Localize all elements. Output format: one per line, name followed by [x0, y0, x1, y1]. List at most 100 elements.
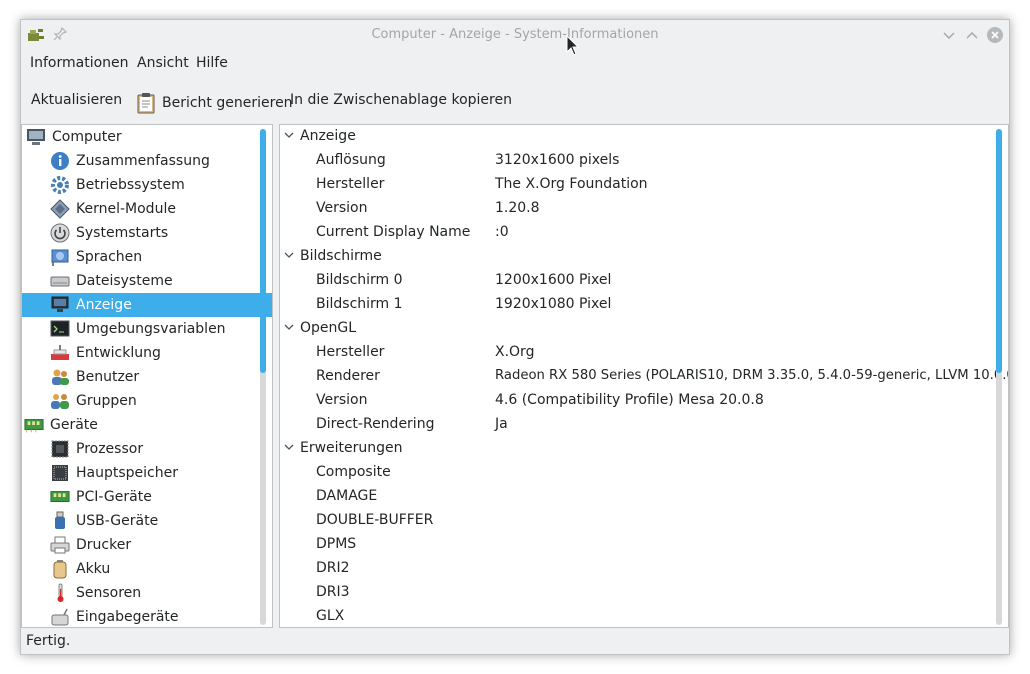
- power-icon: [50, 223, 70, 243]
- tree-item-gruppen[interactable]: Gruppen: [22, 389, 272, 413]
- chevron-down-icon[interactable]: [283, 440, 295, 454]
- detail-panel[interactable]: Anzeige Auflösung 3120x1600 pixels Herste…: [279, 124, 1009, 628]
- minimize-icon[interactable]: [941, 27, 957, 43]
- detail-row[interactable]: Hersteller The X.Org Foundation: [280, 173, 998, 197]
- battery-icon: [50, 559, 70, 579]
- devices-icon: [24, 415, 44, 435]
- printer-icon: [50, 535, 70, 555]
- tree-item-sensoren[interactable]: Sensoren: [22, 581, 272, 605]
- extension-name: DRI2: [316, 560, 350, 576]
- tree-item-betriebssystem[interactable]: Betriebssystem: [22, 173, 272, 197]
- tree-group-geraete[interactable]: Geräte: [22, 413, 256, 437]
- maximize-icon[interactable]: [964, 27, 980, 43]
- module-icon: [50, 199, 70, 219]
- tree-group-geraete-label: Geräte: [50, 417, 98, 433]
- section-title: Bildschirme: [300, 248, 382, 264]
- detail-row[interactable]: Current Display Name:0: [280, 221, 998, 245]
- tree-item-zusammenfassung[interactable]: Zusammenfassung: [22, 149, 272, 173]
- extension-name: DAMAGE: [316, 488, 378, 504]
- tree-item-drucker[interactable]: Drucker: [22, 533, 272, 557]
- tree-item-dateisysteme[interactable]: Dateisysteme: [22, 269, 272, 293]
- detail-key: Auflösung: [316, 152, 386, 168]
- tree-item-eingabegeraete[interactable]: Eingabegeräte: [22, 605, 272, 627]
- extension-row[interactable]: DAMAGE: [280, 485, 998, 509]
- tree-item-sprachen[interactable]: Sprachen: [22, 245, 272, 269]
- extension-name: DOUBLE-BUFFER: [316, 512, 434, 528]
- input-device-icon: [50, 607, 70, 627]
- detail-row[interactable]: Direct-Rendering Ja: [280, 413, 998, 437]
- menu-ansicht[interactable]: Ansicht: [137, 55, 189, 71]
- menu-informationen[interactable]: Informationen: [30, 55, 129, 71]
- tree-item-label: Zusammenfassung: [76, 153, 210, 169]
- detail-row[interactable]: Hersteller X.Org: [280, 341, 998, 365]
- tree-scrollbar-thumb[interactable]: [260, 129, 266, 373]
- tree-item-pci-geraete[interactable]: PCI-Geräte: [22, 485, 272, 509]
- extension-row[interactable]: DRI2: [280, 557, 998, 581]
- title-bar[interactable]: Computer - Anzeige - System-Informatione…: [21, 20, 1009, 50]
- tree-item-label: USB-Geräte: [76, 513, 159, 529]
- tree-group-computer[interactable]: Computer: [22, 125, 258, 149]
- mouse-cursor-icon: [566, 35, 580, 56]
- close-icon[interactable]: [987, 27, 1003, 43]
- menu-hilfe[interactable]: Hilfe: [196, 55, 228, 71]
- info-icon: [50, 151, 70, 171]
- detail-value: 3120x1600 pixels: [495, 152, 620, 168]
- detail-row[interactable]: Bildschirm 0 1200x1600 Pixel: [280, 269, 998, 293]
- chevron-down-icon[interactable]: [283, 320, 295, 334]
- tree-item-label: Entwicklung: [76, 345, 161, 361]
- tree-item-entwicklung[interactable]: Entwicklung: [22, 341, 272, 365]
- menu-bar: Informationen Ansicht Hilfe: [21, 52, 1009, 76]
- tree-item-umgebungsvariablen[interactable]: Umgebungsvariablen: [22, 317, 272, 341]
- tree-item-label: Prozessor: [76, 441, 144, 457]
- detail-key: Version: [316, 200, 368, 216]
- refresh-button[interactable]: Aktualisieren: [31, 92, 122, 108]
- section-anzeige[interactable]: Anzeige: [280, 125, 998, 149]
- generate-report-button[interactable]: Bericht generieren: [136, 92, 293, 114]
- detail-row[interactable]: Bildschirm 1 1920x1080 Pixel: [280, 293, 998, 317]
- chevron-down-icon[interactable]: [283, 248, 295, 262]
- extension-name: DRI3: [316, 584, 350, 600]
- status-bar: Fertig.: [21, 630, 1009, 654]
- section-erweiterungen[interactable]: Erweiterungen: [280, 437, 998, 461]
- tree-item-anzeige[interactable]: Anzeige: [22, 293, 272, 317]
- development-icon: [50, 343, 70, 363]
- detail-value: :0: [495, 224, 509, 240]
- section-opengl[interactable]: OpenGL: [280, 317, 998, 341]
- computer-icon: [26, 127, 46, 147]
- tree-item-akku[interactable]: Akku: [22, 557, 272, 581]
- tree-item-usb-geraete[interactable]: USB-Geräte: [22, 509, 272, 533]
- extension-row[interactable]: Composite: [280, 461, 998, 485]
- copy-to-clipboard-label: In die Zwischenablage kopieren: [290, 92, 512, 108]
- tree-item-benutzer[interactable]: Benutzer: [22, 365, 272, 389]
- clipboard-report-icon: [137, 93, 155, 114]
- tree-item-label: Gruppen: [76, 393, 137, 409]
- copy-to-clipboard-button[interactable]: In die Zwischenablage kopieren: [290, 92, 512, 108]
- detail-row[interactable]: Renderer Radeon RX 580 Series (POLARIS10,…: [280, 365, 1008, 389]
- tree-item-hauptspeicher[interactable]: Hauptspeicher: [22, 461, 272, 485]
- detail-row[interactable]: Version 4.6 (Compatibility Profile) Mesa …: [280, 389, 998, 413]
- tree-item-kernel-module[interactable]: Kernel-Module: [22, 197, 272, 221]
- detail-key: Hersteller: [316, 176, 385, 192]
- tree-item-label: PCI-Geräte: [76, 489, 152, 505]
- tree-item-systemstarts[interactable]: Systemstarts: [22, 221, 272, 245]
- section-bildschirme[interactable]: Bildschirme: [280, 245, 998, 269]
- chevron-down-icon[interactable]: [283, 128, 295, 142]
- detail-scrollbar-thumb[interactable]: [996, 129, 1002, 373]
- extension-row[interactable]: DRI3: [280, 581, 998, 605]
- tree-item-label: Umgebungsvariablen: [76, 321, 226, 337]
- refresh-label: Aktualisieren: [31, 92, 123, 108]
- tree-item-prozessor[interactable]: Prozessor: [22, 437, 272, 461]
- extension-row[interactable]: DPMS: [280, 533, 998, 557]
- extension-name: DPMS: [316, 536, 357, 552]
- status-text: Fertig.: [26, 633, 71, 649]
- detail-row[interactable]: Version 1.20.8: [280, 197, 998, 221]
- category-tree[interactable]: Computer Zusammenfassung Betriebssystem …: [21, 124, 273, 628]
- cpu-icon: [50, 439, 70, 459]
- extension-row[interactable]: DOUBLE-BUFFER: [280, 509, 998, 533]
- detail-key: Hersteller: [316, 344, 385, 360]
- generate-report-label: Bericht generieren: [162, 95, 293, 111]
- extension-row[interactable]: GLX: [280, 605, 998, 627]
- detail-row[interactable]: Auflösung 3120x1600 pixels: [280, 149, 998, 173]
- detail-value: 1200x1600 Pixel: [495, 272, 612, 288]
- gear-icon: [50, 175, 70, 195]
